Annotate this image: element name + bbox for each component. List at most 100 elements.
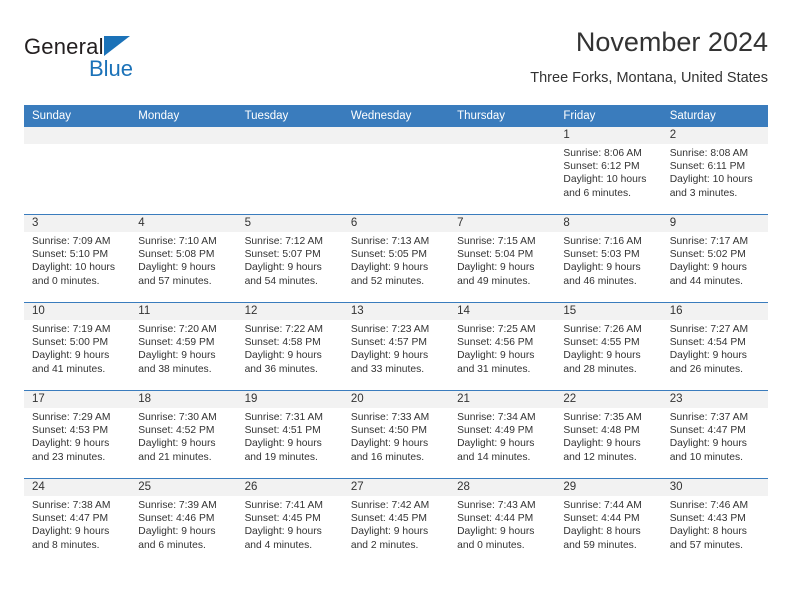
sunset-text: Sunset: 5:08 PM bbox=[138, 249, 215, 261]
day-details: Sunrise: 7:39 AM Sunset: 4:46 PM Daylight:… bbox=[130, 496, 236, 552]
daylight-text-line2: and 38 minutes. bbox=[138, 363, 212, 375]
general-blue-logo[interactable]: General Blue bbox=[24, 34, 254, 90]
daylight-text-line2: and 8 minutes. bbox=[32, 539, 100, 551]
weekday-header-wednesday: Wednesday bbox=[342, 105, 450, 127]
daylight-text-line2: and 0 minutes. bbox=[457, 539, 525, 551]
daylight-text-line1: Daylight: 9 hours bbox=[457, 262, 535, 274]
daylight-text-line1: Daylight: 9 hours bbox=[138, 438, 216, 450]
day-details: Sunrise: 7:44 AM Sunset: 4:44 PM Daylight:… bbox=[555, 496, 661, 552]
daylight-text-line1: Daylight: 9 hours bbox=[32, 350, 110, 362]
logo-triangle-icon bbox=[104, 36, 130, 56]
day-number: 19 bbox=[236, 391, 343, 408]
calendar-day-cell[interactable]: 23 Sunrise: 7:37 AM Sunset: 4:47 PM Dayligh… bbox=[661, 390, 768, 479]
day-details: Sunrise: 7:22 AM Sunset: 4:58 PM Daylight:… bbox=[237, 320, 343, 376]
day-number: 18 bbox=[130, 391, 237, 408]
daylight-text-line2: and 2 minutes. bbox=[350, 539, 419, 551]
title-block: November 2024 Three Forks, Montana, Unit… bbox=[530, 26, 768, 87]
calendar-day-cell[interactable]: 2 Sunrise: 8:08 AM Sunset: 6:11 PM Daylight… bbox=[661, 127, 768, 215]
calendar-day-cell[interactable]: 27 Sunrise: 7:42 AM Sunset: 4:45 PM Dayligh… bbox=[342, 478, 450, 566]
daylight-text-line2: and 4 minutes. bbox=[244, 539, 313, 551]
calendar-day-cell[interactable]: 29 Sunrise: 7:44 AM Sunset: 4:44 PM Dayligh… bbox=[555, 478, 662, 566]
day-details: Sunrise: 7:43 AM Sunset: 4:44 PM Daylight:… bbox=[449, 496, 555, 552]
daylight-text-line2: and 46 minutes. bbox=[563, 275, 637, 287]
calendar-page: General Blue November 2024 Three Forks, … bbox=[0, 0, 792, 612]
sunset-text: Sunset: 4:44 PM bbox=[563, 513, 640, 525]
day-details: Sunrise: 7:25 AM Sunset: 4:56 PM Daylight:… bbox=[449, 320, 555, 376]
calendar-day-cell[interactable]: 30 Sunrise: 7:46 AM Sunset: 4:43 PM Dayligh… bbox=[661, 478, 768, 566]
calendar-day-cell[interactable]: 6 Sunrise: 7:13 AM Sunset: 5:05 PM Daylight… bbox=[342, 214, 450, 303]
day-details: Sunrise: 7:20 AM Sunset: 4:59 PM Daylight:… bbox=[130, 320, 236, 376]
daylight-text-line1: Daylight: 9 hours bbox=[669, 262, 747, 274]
calendar-week-row: 3 Sunrise: 7:09 AM Sunset: 5:10 PM Daylight… bbox=[24, 214, 768, 303]
calendar-day-cell[interactable]: 4 Sunrise: 7:10 AM Sunset: 5:08 PM Daylight… bbox=[130, 214, 237, 303]
calendar-day-cell[interactable]: 24 Sunrise: 7:38 AM Sunset: 4:47 PM Dayligh… bbox=[24, 478, 131, 566]
daylight-text-line1: Daylight: 9 hours bbox=[563, 350, 641, 362]
daylight-text-line1: Daylight: 8 hours bbox=[563, 526, 641, 538]
daylight-text-line2: and 16 minutes. bbox=[350, 451, 425, 463]
daylight-text-line1: Daylight: 10 hours bbox=[32, 262, 115, 274]
calendar-day-cell[interactable]: 14 Sunrise: 7:25 AM Sunset: 4:56 PM Dayligh… bbox=[449, 302, 556, 391]
calendar-day-cell[interactable]: 16 Sunrise: 7:27 AM Sunset: 4:54 PM Dayligh… bbox=[661, 302, 768, 391]
calendar-day-cell[interactable]: 3 Sunrise: 7:09 AM Sunset: 5:10 PM Daylight… bbox=[24, 214, 131, 303]
sunrise-text: Sunrise: 7:37 AM bbox=[669, 412, 749, 423]
weekday-header-friday: Friday bbox=[555, 105, 662, 127]
day-number: 11 bbox=[130, 303, 237, 320]
daylight-text-line1: Daylight: 9 hours bbox=[32, 438, 110, 450]
sunrise-text: Sunrise: 7:10 AM bbox=[138, 236, 217, 247]
calendar-day-cell[interactable]: 1 Sunrise: 8:06 AM Sunset: 6:12 PM Daylight… bbox=[555, 127, 662, 215]
day-number: 5 bbox=[236, 215, 343, 232]
sunrise-text: Sunrise: 7:30 AM bbox=[138, 412, 217, 423]
calendar-day-cell[interactable]: 12 Sunrise: 7:22 AM Sunset: 4:58 PM Dayligh… bbox=[236, 302, 343, 391]
day-details: Sunrise: 7:13 AM Sunset: 5:05 PM Daylight:… bbox=[343, 232, 449, 288]
sunset-text: Sunset: 4:55 PM bbox=[563, 337, 640, 349]
calendar-day-cell[interactable]: 5 Sunrise: 7:12 AM Sunset: 5:07 PM Daylight… bbox=[236, 214, 343, 303]
day-number: 10 bbox=[24, 303, 131, 320]
calendar-day-cell[interactable]: 20 Sunrise: 7:33 AM Sunset: 4:50 PM Dayligh… bbox=[342, 390, 450, 479]
day-details: Sunrise: 7:23 AM Sunset: 4:57 PM Daylight:… bbox=[343, 320, 449, 376]
calendar-day-cell[interactable]: 10 Sunrise: 7:19 AM Sunset: 5:00 PM Dayligh… bbox=[24, 302, 131, 391]
sunrise-text: Sunrise: 7:15 AM bbox=[457, 236, 536, 247]
calendar-day-cell[interactable]: 8 Sunrise: 7:16 AM Sunset: 5:03 PM Daylight… bbox=[555, 214, 662, 303]
daylight-text-line2: and 26 minutes. bbox=[669, 363, 743, 375]
sunrise-text: Sunrise: 7:43 AM bbox=[457, 500, 536, 511]
daylight-text-line1: Daylight: 9 hours bbox=[350, 350, 429, 362]
daylight-text-line2: and 44 minutes. bbox=[669, 275, 743, 287]
calendar-day-cell[interactable]: 11 Sunrise: 7:20 AM Sunset: 4:59 PM Dayligh… bbox=[130, 302, 237, 391]
daylight-text-line1: Daylight: 9 hours bbox=[244, 262, 322, 274]
daylight-text-line1: Daylight: 9 hours bbox=[350, 262, 429, 274]
daylight-text-line1: Daylight: 9 hours bbox=[244, 526, 322, 538]
sunrise-text: Sunrise: 7:44 AM bbox=[563, 500, 642, 511]
calendar-day-cell[interactable]: 25 Sunrise: 7:39 AM Sunset: 4:46 PM Dayligh… bbox=[130, 478, 237, 566]
calendar-day-cell[interactable]: 21 Sunrise: 7:34 AM Sunset: 4:49 PM Dayligh… bbox=[449, 390, 556, 479]
calendar-day-cell[interactable]: 26 Sunrise: 7:41 AM Sunset: 4:45 PM Dayligh… bbox=[236, 478, 343, 566]
calendar-day-cell[interactable]: 22 Sunrise: 7:35 AM Sunset: 4:48 PM Dayligh… bbox=[555, 390, 662, 479]
sunrise-text: Sunrise: 7:27 AM bbox=[669, 324, 749, 335]
day-number: 16 bbox=[661, 303, 768, 320]
calendar-day-cell[interactable]: 15 Sunrise: 7:26 AM Sunset: 4:55 PM Dayligh… bbox=[555, 302, 662, 391]
daylight-text-line2: and 54 minutes. bbox=[244, 275, 318, 287]
calendar-day-cell[interactable]: 19 Sunrise: 7:31 AM Sunset: 4:51 PM Dayligh… bbox=[236, 390, 343, 479]
day-number: 14 bbox=[449, 303, 556, 320]
sunrise-text: Sunrise: 7:16 AM bbox=[563, 236, 642, 247]
calendar-day-cell[interactable]: 17 Sunrise: 7:29 AM Sunset: 4:53 PM Dayligh… bbox=[24, 390, 131, 479]
calendar-day-cell[interactable]: 28 Sunrise: 7:43 AM Sunset: 4:44 PM Dayligh… bbox=[449, 478, 556, 566]
page-subtitle: Three Forks, Montana, United States bbox=[530, 70, 768, 86]
day-details: Sunrise: 7:16 AM Sunset: 5:03 PM Daylight:… bbox=[555, 232, 661, 288]
sunrise-text: Sunrise: 7:20 AM bbox=[138, 324, 217, 335]
day-number: 9 bbox=[661, 215, 768, 232]
daylight-text-line2: and 36 minutes. bbox=[244, 363, 318, 375]
day-details: Sunrise: 7:17 AM Sunset: 5:02 PM Daylight:… bbox=[662, 232, 768, 288]
calendar-cell-empty bbox=[236, 127, 343, 215]
sunset-text: Sunset: 4:48 PM bbox=[563, 425, 640, 437]
calendar-day-cell[interactable]: 18 Sunrise: 7:30 AM Sunset: 4:52 PM Dayligh… bbox=[130, 390, 237, 479]
calendar-day-cell[interactable]: 7 Sunrise: 7:15 AM Sunset: 5:04 PM Daylight… bbox=[449, 214, 556, 303]
sunset-text: Sunset: 5:10 PM bbox=[32, 249, 109, 261]
day-details: Sunrise: 7:38 AM Sunset: 4:47 PM Daylight:… bbox=[24, 496, 130, 552]
weekday-header-sunday: Sunday bbox=[24, 105, 131, 127]
day-details: Sunrise: 7:42 AM Sunset: 4:45 PM Daylight:… bbox=[343, 496, 449, 552]
daylight-text-line2: and 41 minutes. bbox=[32, 363, 106, 375]
day-details: Sunrise: 7:31 AM Sunset: 4:51 PM Daylight:… bbox=[237, 408, 343, 464]
calendar-day-cell[interactable]: 9 Sunrise: 7:17 AM Sunset: 5:02 PM Daylight… bbox=[661, 214, 768, 303]
calendar-day-cell[interactable]: 13 Sunrise: 7:23 AM Sunset: 4:57 PM Dayligh… bbox=[342, 302, 450, 391]
calendar-cell-empty bbox=[24, 127, 131, 215]
